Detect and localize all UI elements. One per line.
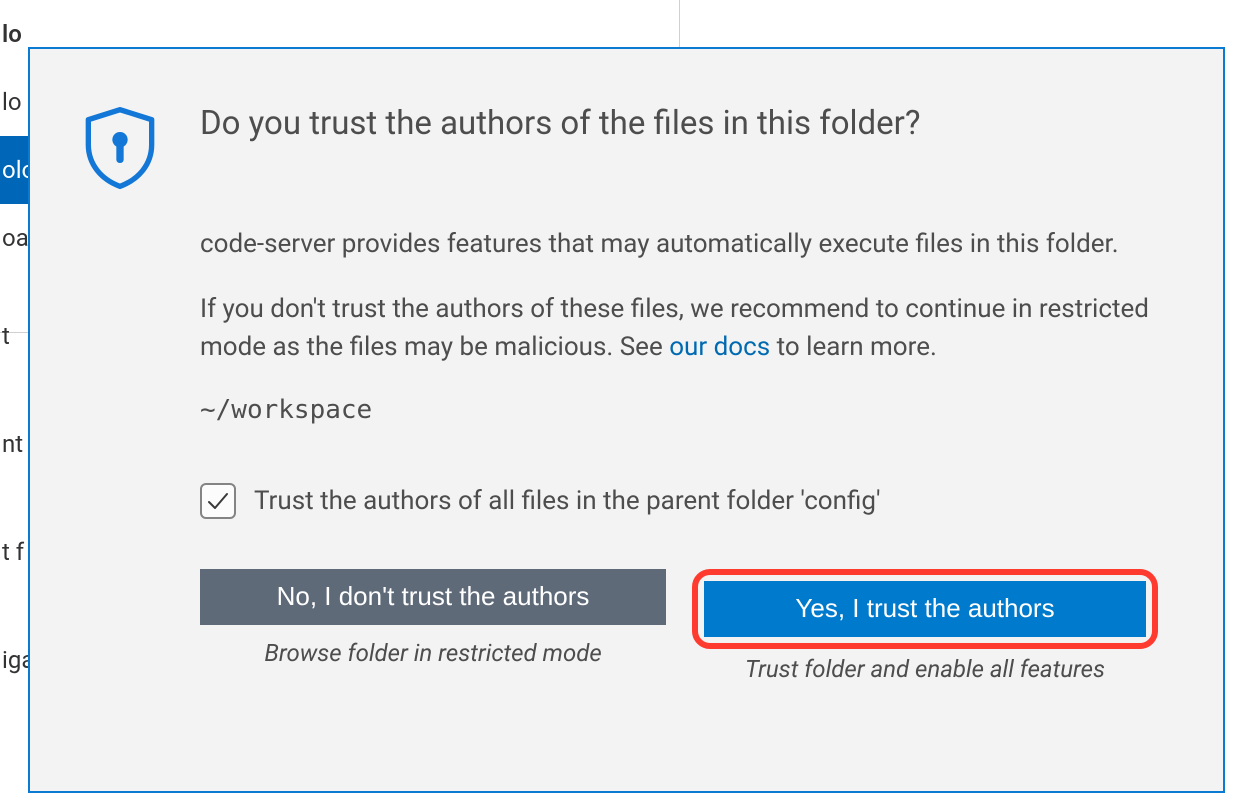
no-trust-group: No, I don't trust the authors Browse fol… bbox=[200, 569, 666, 683]
yes-trust-button[interactable]: Yes, I trust the authors bbox=[704, 581, 1146, 637]
trust-parent-checkbox-row[interactable]: Trust the authors of all files in the pa… bbox=[200, 483, 1158, 519]
workspace-path: ~/workspace bbox=[200, 395, 1158, 425]
background-sidebar: lo lo nd olo oa t nt t f iga bbox=[0, 0, 30, 806]
dialog-icon-column bbox=[80, 104, 160, 751]
yes-trust-subtitle: Trust folder and enable all features bbox=[745, 655, 1105, 683]
trust-parent-checkbox-label: Trust the authors of all files in the pa… bbox=[254, 486, 881, 516]
yes-trust-group: Yes, I trust the authors Trust folder an… bbox=[692, 569, 1158, 683]
no-trust-subtitle: Browse folder in restricted mode bbox=[264, 639, 601, 667]
dialog-content: Do you trust the authors of the files in… bbox=[200, 104, 1158, 751]
dialog-button-row: No, I don't trust the authors Browse fol… bbox=[200, 569, 1158, 683]
dialog-body-2: If you don't trust the authors of these … bbox=[200, 291, 1158, 366]
shield-icon bbox=[80, 104, 160, 192]
yes-trust-highlight: Yes, I trust the authors bbox=[692, 569, 1158, 649]
checkmark-icon bbox=[206, 490, 230, 512]
workspace-trust-dialog: Do you trust the authors of the files in… bbox=[28, 47, 1225, 793]
no-trust-button[interactable]: No, I don't trust the authors bbox=[200, 569, 666, 625]
trust-parent-checkbox[interactable] bbox=[200, 483, 236, 519]
dialog-title: Do you trust the authors of the files in… bbox=[200, 104, 1158, 144]
dialog-body-1: code-server provides features that may a… bbox=[200, 226, 1158, 264]
docs-link[interactable]: our docs bbox=[669, 332, 770, 362]
